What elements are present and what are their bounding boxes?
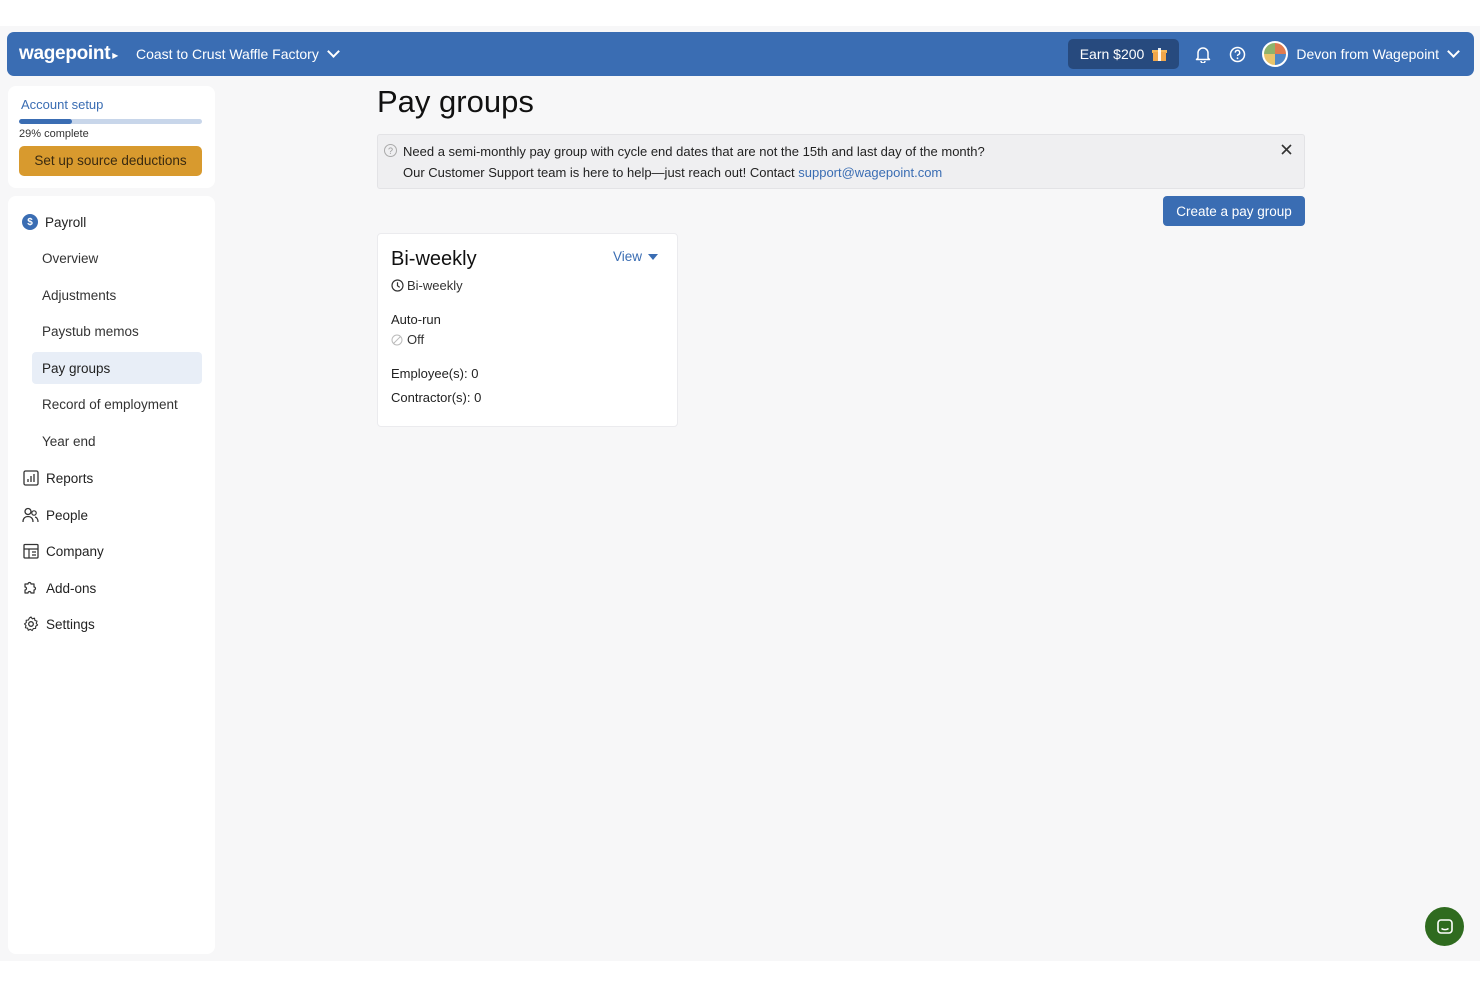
setup-progress-bar [19,119,202,124]
banner-line-1: Need a semi-monthly pay group with cycle… [403,144,985,159]
sidebar-nav: $ Payroll Overview Adjustments Paystub m… [8,196,215,954]
frequency-text: Bi-weekly [407,278,463,293]
sidebar-item-label: People [46,507,89,523]
logo-text: wagepoint [19,43,111,64]
earn-referral-button[interactable]: Earn $200 [1067,39,1180,69]
clock-icon [391,279,404,292]
chevron-down-icon [326,45,340,58]
dollar-icon: $ [22,214,38,230]
caret-down-icon [648,253,659,260]
sidebar-item-label: Add-ons [46,580,97,596]
bar-chart-icon [22,470,39,487]
banner-line-2-text: Our Customer Support team is here to hel… [403,165,799,180]
top-bar: wagepoint ▸ Coast to Crust Waffle Factory… [7,32,1474,76]
account-setup-title[interactable]: Account setup [21,97,103,112]
puzzle-icon [22,580,39,597]
chevron-down-icon [1447,45,1460,58]
set-up-source-deductions-button[interactable]: Set up source deductions [19,146,202,176]
view-label: View [613,249,643,264]
user-menu[interactable]: Devon from Wagepoint [1296,45,1460,62]
pay-group-name: Bi-weekly [391,248,477,270]
sidebar-item-year-end[interactable]: Year end [32,425,202,457]
gear-icon [22,616,39,633]
gift-icon [1152,47,1168,61]
sidebar-item-label: Settings [46,616,95,632]
employee-count: Employee(s): 0 [391,366,479,381]
sidebar-item-company[interactable]: Company [22,541,104,561]
sidebar-item-label: Reports [46,470,94,486]
banner-line-2: Our Customer Support team is here to hel… [403,165,942,180]
auto-run-value-text: Off [407,332,425,347]
disabled-circle-icon [391,334,403,345]
setup-progress-label: 29% complete [19,128,89,140]
people-icon [22,507,39,524]
sidebar-item-record-of-employment[interactable]: Record of employment [32,388,202,420]
support-email-link[interactable]: support@wagepoint.com [798,165,942,180]
sidebar-item-adjustments[interactable]: Adjustments [32,279,202,311]
auto-run-label: Auto-run [391,312,441,327]
help-question-icon[interactable] [1227,44,1247,64]
building-icon [22,543,39,560]
sidebar-item-add-ons[interactable]: Add-ons [22,578,96,598]
create-pay-group-button[interactable]: Create a pay group [1163,196,1305,226]
sidebar-item-paystub-memos[interactable]: Paystub memos [32,315,202,347]
pay-group-frequency: Bi-weekly [391,278,463,293]
earn-label: Earn $200 [1079,46,1145,62]
sidebar-item-pay-groups[interactable]: Pay groups [32,352,202,384]
company-switcher[interactable]: Coast to Crust Waffle Factory [135,45,340,62]
sidebar-item-label: Company [46,543,104,559]
chat-icon [1436,918,1453,934]
pay-group-card: Bi-weekly View Bi-weekly Auto-run Off Em… [377,233,678,427]
sidebar-item-people[interactable]: People [22,505,88,525]
contractor-count: Contractor(s): 0 [391,390,482,405]
sidebar-item-label: Payroll [45,214,87,230]
info-banner: ? Need a semi-monthly pay group with cyc… [377,134,1305,189]
setup-progress-fill [19,119,73,124]
logo-arrow-icon: ▸ [112,47,118,62]
company-name: Coast to Crust Waffle Factory [135,46,319,62]
sidebar-item-reports[interactable]: Reports [22,468,93,488]
user-name: Devon from Wagepoint [1296,46,1439,62]
question-circle-icon: ? [384,144,397,157]
notifications-bell-icon[interactable] [1193,44,1213,64]
auto-run-value: Off [391,332,424,347]
wagepoint-logo[interactable]: wagepoint ▸ [19,43,118,65]
sidebar-item-overview[interactable]: Overview [32,242,202,274]
chat-support-button[interactable] [1425,907,1464,946]
page-title: Pay groups [377,84,534,119]
sidebar-item-settings[interactable]: Settings [22,614,95,634]
sidebar-item-payroll[interactable]: $ Payroll [22,212,86,232]
user-avatar[interactable] [1262,41,1289,67]
pay-group-view-dropdown[interactable]: View [613,249,659,264]
close-icon[interactable] [1278,141,1294,157]
account-setup-card: Account setup 29% complete Set up source… [8,86,215,188]
